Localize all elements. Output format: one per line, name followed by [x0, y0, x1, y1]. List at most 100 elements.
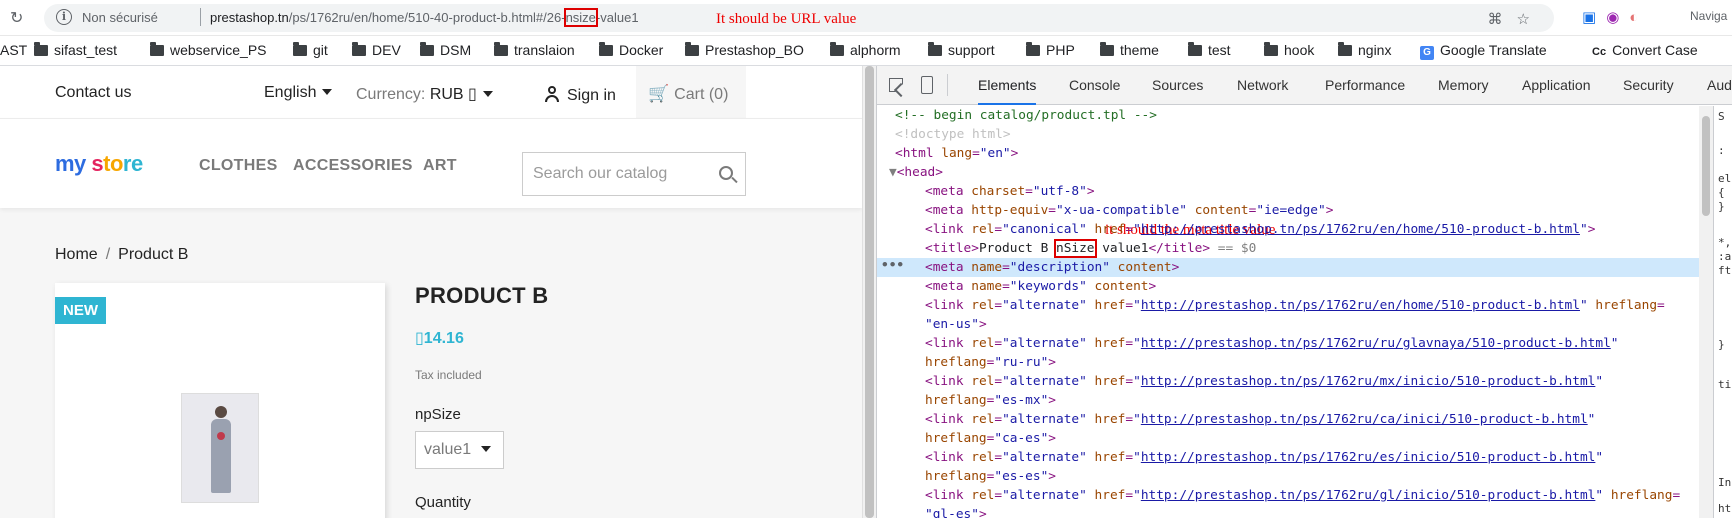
tab-application[interactable]: Application — [1522, 66, 1591, 105]
folder-icon — [494, 42, 508, 56]
breadcrumb-home[interactable]: Home — [55, 246, 98, 263]
menu-accessories[interactable]: ACCESSORIES — [293, 157, 413, 175]
new-badge: NEW — [55, 297, 106, 324]
search-input[interactable]: Search our catalog — [522, 152, 746, 196]
bookmark-translaion[interactable]: translaion — [494, 42, 575, 58]
tab-audits[interactable]: Aud — [1707, 66, 1732, 105]
translate-icon[interactable]: ⌘ — [1488, 11, 1503, 28]
elements-scrollbar-thumb[interactable] — [1702, 116, 1710, 216]
url-text[interactable]: prestashop.tn/ps/1762ru/en/home/510-40-p… — [210, 8, 639, 27]
product-figure — [209, 406, 233, 494]
bookmark-convert-case[interactable]: Cc Convert Case — [1592, 42, 1698, 58]
product-image[interactable] — [181, 393, 259, 503]
url-separator — [200, 8, 201, 26]
folder-icon — [1338, 42, 1352, 56]
folder-icon — [1264, 42, 1278, 56]
code-line[interactable]: <html lang="en"> — [895, 144, 1018, 163]
extension-blue-icon[interactable]: ▣ — [1582, 9, 1596, 26]
code-line[interactable]: <link rel="alternate" href="http://prest… — [925, 296, 1665, 315]
bookmark-test[interactable]: test — [1188, 42, 1231, 58]
currency-selector[interactable]: Currency: RUB ▯ — [356, 84, 493, 104]
chrome-icon[interactable]: ◉ — [1606, 9, 1619, 26]
code-line[interactable]: <meta name="description" content> — [925, 258, 1179, 277]
currency-value: RUB ▯ — [429, 86, 477, 103]
convert-case-icon: Cc — [1592, 46, 1607, 58]
bookmark-nginx[interactable]: nginx — [1338, 42, 1391, 58]
folder-icon — [830, 42, 844, 56]
folder-icon — [34, 42, 48, 56]
bookmark-hook[interactable]: hook — [1264, 42, 1314, 58]
cart-button[interactable]: 🛒 Cart (0) — [636, 66, 746, 118]
code-line-title[interactable]: <title>Product B nSize value1</title> ==… — [925, 239, 1256, 258]
reload-icon[interactable]: ↻ — [10, 8, 23, 28]
bookmark-support[interactable]: support — [928, 42, 995, 58]
code-line[interactable]: <!doctype html> — [895, 125, 1011, 144]
code-line[interactable]: <link rel="alternate" href="http://prest… — [925, 372, 1603, 391]
bookmark-sifast-test[interactable]: sifast_test — [34, 42, 117, 58]
bookmark-webservice-ps[interactable]: webservice_PS — [150, 42, 267, 58]
code-line[interactable]: hreflang="ca-es"> — [925, 429, 1056, 448]
extension-pink-icon[interactable]: ◐ — [1629, 9, 1638, 26]
menu-art[interactable]: ART — [423, 157, 457, 175]
tab-elements[interactable]: Elements — [978, 66, 1037, 105]
code-line[interactable]: <!-- begin catalog/product.tpl --> — [895, 106, 1157, 125]
code-line[interactable]: ▼<head> — [889, 163, 943, 182]
more-icon[interactable]: ••• — [881, 258, 904, 273]
bookmark-docker[interactable]: Docker — [599, 42, 663, 58]
url-host: prestashop.tn — [210, 10, 289, 25]
folder-icon — [150, 42, 164, 56]
code-line[interactable]: <link rel="alternate" href="http://prest… — [925, 410, 1595, 429]
page-scrollbar[interactable] — [862, 66, 876, 518]
elements-scrollbar[interactable] — [1699, 106, 1713, 518]
code-line[interactable]: "en-us"> — [925, 315, 987, 334]
code-line[interactable]: hreflang="ru-ru"> — [925, 353, 1056, 372]
page-scrollbar-thumb[interactable] — [865, 66, 874, 518]
language-value: English — [264, 84, 317, 101]
option-select[interactable]: value1 — [415, 431, 504, 469]
tab-sources[interactable]: Sources — [1152, 66, 1203, 105]
code-line[interactable]: hreflang="es-es"> — [925, 467, 1056, 486]
breadcrumb: Home / Product B — [55, 246, 188, 264]
tab-network[interactable]: Network — [1237, 66, 1288, 105]
tab-memory[interactable]: Memory — [1438, 66, 1489, 105]
bookmark-google-translate[interactable]: G Google Translate — [1420, 42, 1547, 60]
element-picker-icon[interactable] — [889, 78, 903, 92]
bookmark-theme[interactable]: theme — [1100, 42, 1159, 58]
contact-us-link[interactable]: Contact us — [55, 84, 131, 102]
code-line[interactable]: <meta name="keywords" content> — [925, 277, 1156, 296]
code-line[interactable]: hreflang="es-mx"> — [925, 391, 1056, 410]
code-line[interactable]: <meta charset="utf-8"> — [925, 182, 1095, 201]
code-line[interactable]: <meta http-equiv="x-ua-compatible" conte… — [925, 201, 1333, 220]
menu-clothes[interactable]: CLOTHES — [199, 157, 278, 175]
bookmark-dev[interactable]: DEV — [352, 42, 401, 58]
folder-icon — [1026, 42, 1040, 56]
folder-icon — [293, 42, 307, 56]
breadcrumb-current: Product B — [118, 246, 189, 263]
code-line[interactable]: <link rel="alternate" href="http://prest… — [925, 448, 1603, 467]
bookmark-dsm[interactable]: DSM — [420, 42, 471, 58]
quantity-label: Quantity — [415, 494, 471, 511]
url-rest: -value1 — [595, 10, 639, 25]
search-icon[interactable] — [719, 166, 733, 180]
bookmark-prestashop-bo[interactable]: Prestashop_BO — [685, 42, 804, 58]
store-logo[interactable]: my store — [55, 151, 143, 177]
info-icon[interactable]: i — [56, 9, 72, 25]
folder-icon — [685, 42, 699, 56]
bookmark-ast[interactable]: AST — [0, 42, 27, 58]
code-line[interactable]: <link rel="canonical" href="http://prest… — [925, 220, 1595, 239]
tab-performance[interactable]: Performance — [1325, 66, 1405, 105]
sign-in-link[interactable]: Sign in — [544, 84, 616, 105]
devtools-panel: Elements Console Sources Network Perform… — [876, 66, 1732, 518]
code-line[interactable]: <link rel="alternate" href="http://prest… — [925, 486, 1680, 505]
tab-console[interactable]: Console — [1069, 66, 1120, 105]
code-line[interactable]: <link rel="alternate" href="http://prest… — [925, 334, 1619, 353]
bookmark-php[interactable]: PHP — [1026, 42, 1075, 58]
bookmark-alphorm[interactable]: alphorm — [830, 42, 901, 58]
star-icon[interactable]: ☆ — [1517, 11, 1530, 28]
toolbar-separator — [947, 74, 948, 96]
language-selector[interactable]: English — [264, 84, 333, 102]
code-line[interactable]: "gl-es"> — [925, 505, 987, 518]
bookmark-git[interactable]: git — [293, 42, 328, 58]
device-toggle-icon[interactable] — [921, 76, 933, 94]
tab-security[interactable]: Security — [1623, 66, 1674, 105]
